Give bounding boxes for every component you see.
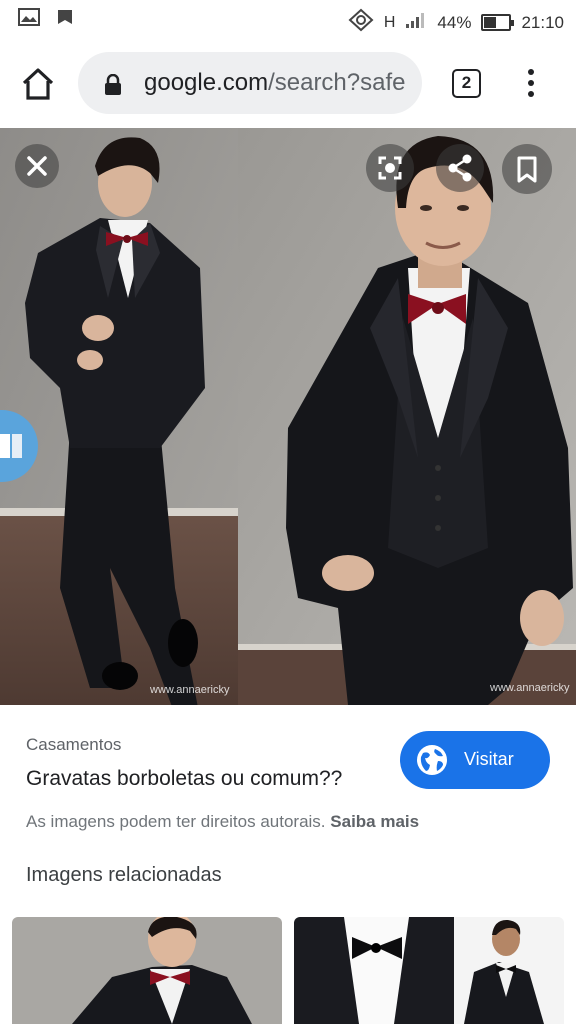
url-path: /search?safe bbox=[268, 69, 406, 96]
watermark-left: www.annaericky bbox=[150, 684, 230, 696]
visit-label: Visitar bbox=[464, 749, 514, 769]
gallery-icon bbox=[18, 8, 40, 31]
image-details: Casamentos Gravatas borboletas ou comum?… bbox=[0, 705, 576, 1024]
source-site[interactable]: Casamentos bbox=[26, 735, 121, 755]
copyright-notice: As imagens podem ter direitos autorais. … bbox=[26, 812, 419, 832]
panel-icon bbox=[0, 434, 22, 458]
lock-icon bbox=[104, 73, 122, 101]
copyright-text: As imagens podem ter direitos autorais. bbox=[26, 812, 326, 831]
network-type: H bbox=[383, 13, 396, 31]
battery-percent: 44% bbox=[437, 12, 472, 32]
battery-icon bbox=[481, 14, 515, 31]
image-viewer[interactable]: www.annaericky www.annaericky bbox=[0, 128, 576, 705]
menu-icon[interactable] bbox=[520, 66, 542, 102]
share-icon bbox=[448, 154, 472, 182]
globe-icon bbox=[417, 745, 447, 775]
home-icon bbox=[22, 68, 54, 100]
related-image-thumbnail[interactable] bbox=[294, 917, 564, 1024]
image-title[interactable]: Gravatas borboletas ou comum?? bbox=[26, 767, 342, 791]
side-panel-handle[interactable] bbox=[0, 410, 38, 482]
vpn-icon bbox=[348, 8, 374, 37]
save-app-icon bbox=[56, 8, 74, 31]
visit-button[interactable]: Visitar bbox=[400, 731, 550, 789]
share-button[interactable] bbox=[436, 144, 484, 192]
address-bar[interactable]: google.com/search?safe bbox=[78, 52, 422, 114]
home-button[interactable] bbox=[18, 64, 58, 104]
close-icon bbox=[27, 156, 47, 176]
signal-icon bbox=[405, 11, 427, 34]
learn-more-link[interactable]: Saiba mais bbox=[330, 812, 419, 831]
status-bar: H 44% 21:10 bbox=[0, 0, 576, 38]
close-button[interactable] bbox=[15, 144, 59, 188]
preview-image-right: www.annaericky bbox=[238, 128, 576, 705]
lens-button[interactable] bbox=[366, 144, 414, 192]
lens-icon bbox=[378, 156, 402, 180]
watermark-right: www.annaericky bbox=[490, 682, 570, 694]
browser-toolbar: google.com/search?safe 2 bbox=[0, 38, 576, 128]
related-images-heading: Imagens relacionadas bbox=[26, 864, 222, 886]
url-text: google.com/search?safe bbox=[144, 69, 406, 97]
url-domain: google.com bbox=[144, 69, 269, 96]
save-button[interactable] bbox=[502, 144, 552, 194]
tab-switcher-button[interactable]: 2 bbox=[452, 69, 481, 98]
clock: 21:10 bbox=[521, 12, 564, 32]
related-image-thumbnail[interactable] bbox=[12, 917, 282, 1024]
bookmark-icon bbox=[517, 156, 537, 183]
